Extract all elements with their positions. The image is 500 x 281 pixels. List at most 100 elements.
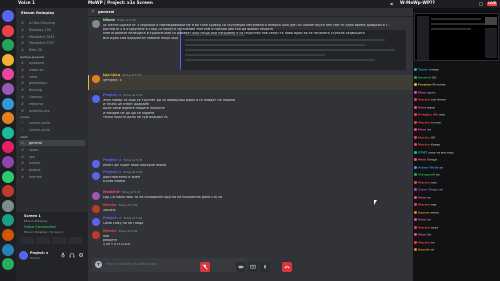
mute-button[interactable] [200,262,210,272]
stream-chat-author[interactable]: Mardrs [418,98,430,102]
stream-chat-author[interactable]: Mardrs [418,136,430,140]
stream-chat-author[interactable]: Fershan [418,83,432,87]
channel-category[interactable]: добро-дошли [20,55,44,59]
channel-item[interactable]: # giveaways [19,80,85,86]
stream-preview[interactable] [414,13,499,61]
server-icon[interactable] [2,170,14,183]
stream-chat-author[interactable]: Meni [418,128,426,132]
stream-chat-author[interactable]: Mardrs [418,121,430,125]
server-name[interactable]: Eteum Roleplay [21,10,54,15]
stream-chat-author[interactable]: STMT [418,151,427,155]
channel-item[interactable]: # правила [19,60,85,66]
stream-chat-author[interactable]: Neutral [418,76,431,80]
stream-chat-author[interactable]: Mardrs [418,226,430,230]
server-icon[interactable] [2,243,14,256]
channel-item[interactable]: # spam [19,147,85,153]
stream-chat-author[interactable]: Meni [418,233,426,237]
channel-item[interactable]: # Bets 30 [19,47,85,53]
server-icon[interactable] [2,112,14,125]
avatar[interactable] [92,171,100,180]
avatar[interactable] [92,230,100,239]
message-author[interactable]: Ще-Щтц [103,73,120,77]
share-screen-button[interactable] [248,262,258,272]
channel-item[interactable]: # Mondstre 2797 [19,40,85,46]
avatar[interactable] [92,204,100,213]
avatar[interactable] [92,94,100,103]
activity-button[interactable] [52,237,66,244]
server-icon[interactable] [2,24,14,37]
server-icon[interactable] [2,199,14,212]
message-author[interactable]: Project: x [103,170,121,174]
message-author[interactable]: Mardrs [103,229,116,233]
stream-chat-author[interactable]: Mardrs [418,203,430,207]
user-avatar[interactable] [19,251,28,260]
stream-chat-author[interactable]: Trash [418,68,427,72]
message-author[interactable]: Nikola [103,18,115,22]
stream-chat-author[interactable]: Meni [418,218,426,222]
channel-category[interactable]: голос [20,115,30,119]
screenshare-button[interactable] [36,237,50,244]
channel-item[interactable]: # general [19,140,85,147]
stream-chat-author[interactable]: Sayrah [418,248,430,252]
stream-chat-author[interactable]: Mardrs [418,181,430,185]
avatar[interactable] [92,74,100,83]
microphone-icon[interactable] [60,252,66,258]
channel-item[interactable]: # reklama [19,101,85,107]
message-input-placeholder[interactable]: Чат на канала на дабо карос [106,262,158,267]
server-icon[interactable] [2,97,14,110]
channel-item[interactable]: # Ш Wa-Clanning [19,20,85,26]
channel-item[interactable]: # новости [19,67,85,73]
server-icon[interactable] [2,10,14,22]
soundboard-button[interactable] [68,237,82,244]
server-icon[interactable] [2,83,14,95]
server-icon[interactable] [2,141,14,154]
server-icon[interactable] [2,258,14,271]
channel-item[interactable]: ♪ Lemon-echo [19,120,85,126]
stream-chat-author[interactable]: Pringles Wk [418,113,438,117]
channel-item[interactable]: # roles [19,74,85,80]
stream-chat-author[interactable]: Meni [418,91,426,95]
video-button[interactable] [236,262,246,272]
stream-chat-author[interactable]: Meni [418,158,426,162]
channel-item[interactable]: # bla-bug [19,87,85,93]
channel-item[interactable]: # memes [19,174,85,180]
channel-item[interactable]: # photos [19,167,85,173]
channel-item[interactable]: ♪ Lemon-echo [19,127,85,133]
server-icon[interactable] [2,229,14,241]
server-icon[interactable] [2,156,14,168]
server-icon[interactable] [2,185,14,198]
channel-item[interactable]: # Roleplay 100 [19,27,85,33]
stream-chat-author[interactable]: Artem Wolls [418,166,439,170]
avatar[interactable] [92,159,100,168]
stream-chat-author[interactable]: Ortegamfi [418,173,435,177]
stream-chat-author[interactable]: Gwen Ridge [418,188,438,192]
stream-chat-author[interactable]: Mardrs [418,241,430,245]
channel-category[interactable]: chat [20,135,27,139]
channel-item[interactable]: # cleanup [19,94,85,100]
message-author[interactable]: Project: x [103,216,121,220]
disconnect-button[interactable] [282,262,292,272]
stream-chat-author[interactable]: Mardrs [418,143,430,147]
attach-plus-icon[interactable]: + [95,261,102,268]
server-icon[interactable] [2,214,14,227]
channel-item[interactable]: # Mondstre 2041 [19,34,85,40]
settings-gear-icon[interactable] [78,252,84,258]
channel-item[interactable]: # spa [19,154,85,160]
popout-icon[interactable] [479,2,483,6]
avatar[interactable] [92,217,100,226]
channel-item[interactable]: # projects-xyz [19,108,85,114]
activities-button[interactable] [260,262,270,272]
server-icon[interactable] [2,39,14,52]
message-author[interactable]: Mardrs [103,203,116,207]
camera-button[interactable] [20,237,34,244]
server-icon[interactable] [2,126,14,139]
message-author[interactable]: Project: x [103,158,121,162]
server-icon[interactable] [2,53,14,66]
channel-item[interactable]: # events [19,160,85,166]
message-author[interactable]: Project: x [103,93,121,97]
avatar[interactable] [92,19,100,28]
server-icon[interactable] [2,68,14,81]
message-author[interactable]: Maskfrei [103,190,120,194]
headphones-icon[interactable] [69,252,75,258]
avatar[interactable] [92,191,100,200]
